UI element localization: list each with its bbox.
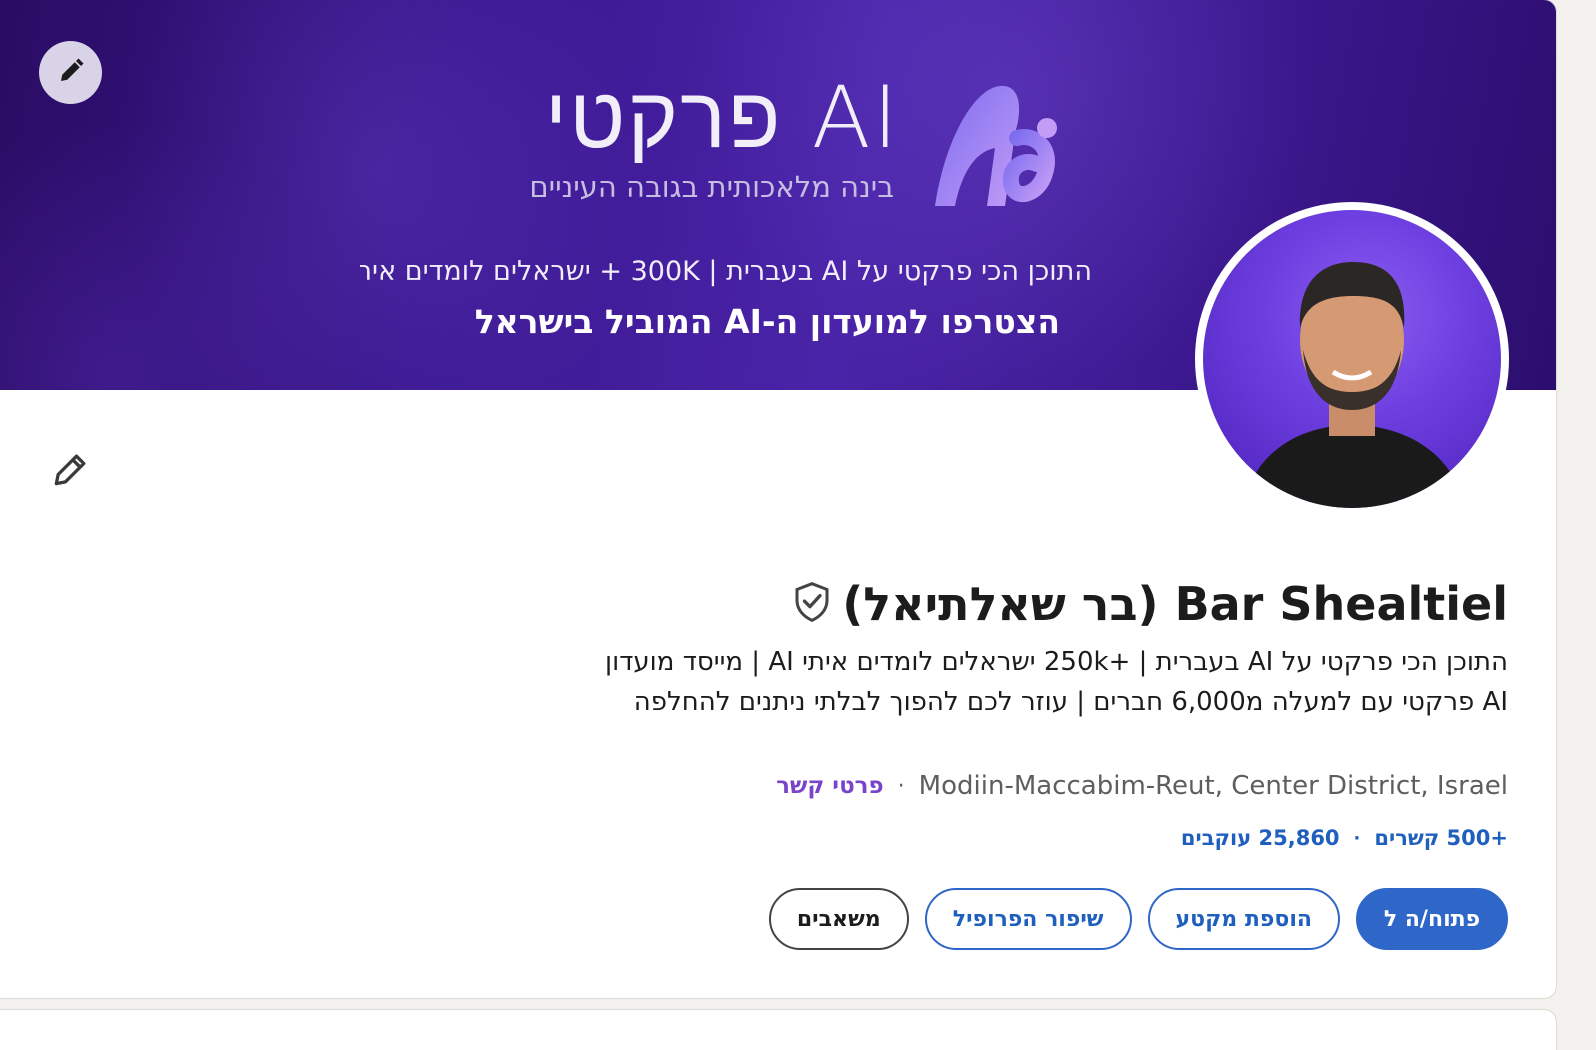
next-card-edge: [0, 1010, 1556, 1050]
location-row: Modiin-Maccabim-Reut, Center District, I…: [776, 766, 1508, 806]
separator-dot: ·: [1353, 827, 1361, 849]
followers-link[interactable]: 25,860 עוקבים: [1181, 826, 1340, 850]
enhance-profile-button[interactable]: שיפור הפרופיל: [924, 888, 1132, 950]
pencil-icon: [49, 447, 93, 495]
contact-info-link[interactable]: פרטי קשר: [776, 773, 884, 799]
name-row: Bar Shealtiel (בר שאלתיאל): [792, 572, 1508, 636]
separator-dot: ·: [897, 773, 905, 799]
connections-link[interactable]: +500 קשרים: [1374, 826, 1508, 850]
profile-actions: פתוח/ה ל הוספת מקטע שיפור הפרופיל משאבים: [768, 888, 1508, 950]
profile-location: Modiin-Maccabim-Reut, Center District, I…: [918, 771, 1508, 801]
profile-headline: התוכן הכי פרקטי על AI בעברית | +250k ישר…: [605, 647, 1508, 717]
banner-cta: הצטרפו למועדון ה-AI המוביל בישראל: [474, 302, 1060, 341]
open-to-button[interactable]: פתוח/ה ל: [1356, 888, 1508, 950]
avatar[interactable]: [1195, 202, 1509, 516]
profile-name: Bar Shealtiel (בר שאלתיאל): [842, 577, 1508, 631]
banner-brand-subtitle: בינה מלאכותית בגובה העיניים: [529, 170, 894, 204]
edit-banner-button[interactable]: [39, 41, 102, 104]
pencil-icon: [56, 56, 86, 90]
edit-profile-button[interactable]: [46, 446, 96, 496]
brand-logo-icon: [925, 78, 1065, 217]
profile-photo: [1203, 210, 1501, 508]
add-section-button[interactable]: הוספת מקטע: [1147, 888, 1340, 950]
banner-brand-title: AI פרקטי: [544, 68, 900, 168]
profile-card: AI פרקטי בינה מלאכותית בגובה העיניים התו…: [0, 0, 1556, 998]
resources-button[interactable]: משאבים: [768, 888, 909, 950]
shield-check-icon[interactable]: [792, 580, 832, 628]
stats-row: 25,860 עוקבים · +500 קשרים: [1181, 820, 1508, 856]
banner-tagline: התוכן הכי פרקטי על AI בעברית | 300K + יש…: [360, 256, 1092, 287]
